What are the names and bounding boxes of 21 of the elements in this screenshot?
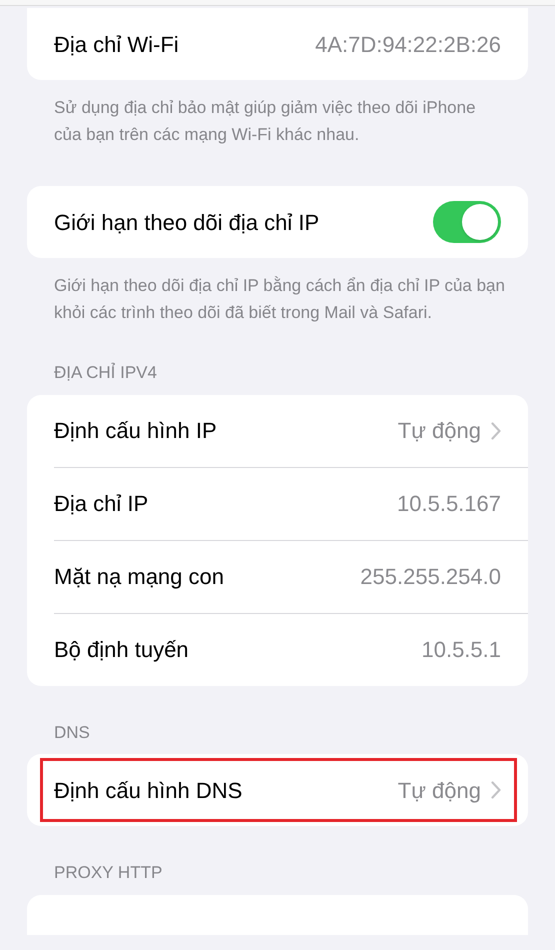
row-value: 4A:7D:94:22:2B:26	[315, 30, 501, 58]
row-label: Định cấu hình IP	[54, 417, 217, 445]
row-value: Tự động	[398, 417, 481, 445]
row-label: Địa chỉ IP	[54, 490, 148, 518]
row-value: Tự động	[398, 776, 481, 805]
row-label: Giới hạn theo dõi địa chỉ IP	[54, 208, 320, 236]
row-value: 10.5.5.1	[421, 636, 501, 664]
section-footnote: Giới hạn theo dõi địa chỉ IP bằng cách ẩn địa chỉ IP của bạn khỏi các trình theo dõi đã biết trong Mail và Safari.	[53, 275, 506, 324]
row-label: Bộ định tuyến	[54, 636, 189, 664]
chevron-right-icon	[491, 422, 501, 440]
section-header: PROXY HTTP	[53, 862, 164, 884]
section-header: ĐỊA CHỈ IPV4	[53, 362, 158, 384]
section-header: DNS	[53, 722, 91, 744]
row-value: 10.5.5.167	[397, 490, 501, 518]
toggle-switch[interactable]	[433, 201, 501, 243]
section-footnote: Sử dụng địa chỉ bảo mật giúp giảm việc theo dõi iPhone của bạn trên các mạng Wi-Fi khác nhau.	[53, 97, 477, 146]
row-label: Địa chỉ Wi-Fi	[54, 30, 179, 58]
chevron-right-icon	[491, 781, 501, 799]
row-label: Định cấu hình DNS	[54, 776, 242, 804]
row-value: 255.255.254.0	[360, 563, 501, 591]
row-label: Mặt nạ mạng con	[54, 563, 224, 591]
